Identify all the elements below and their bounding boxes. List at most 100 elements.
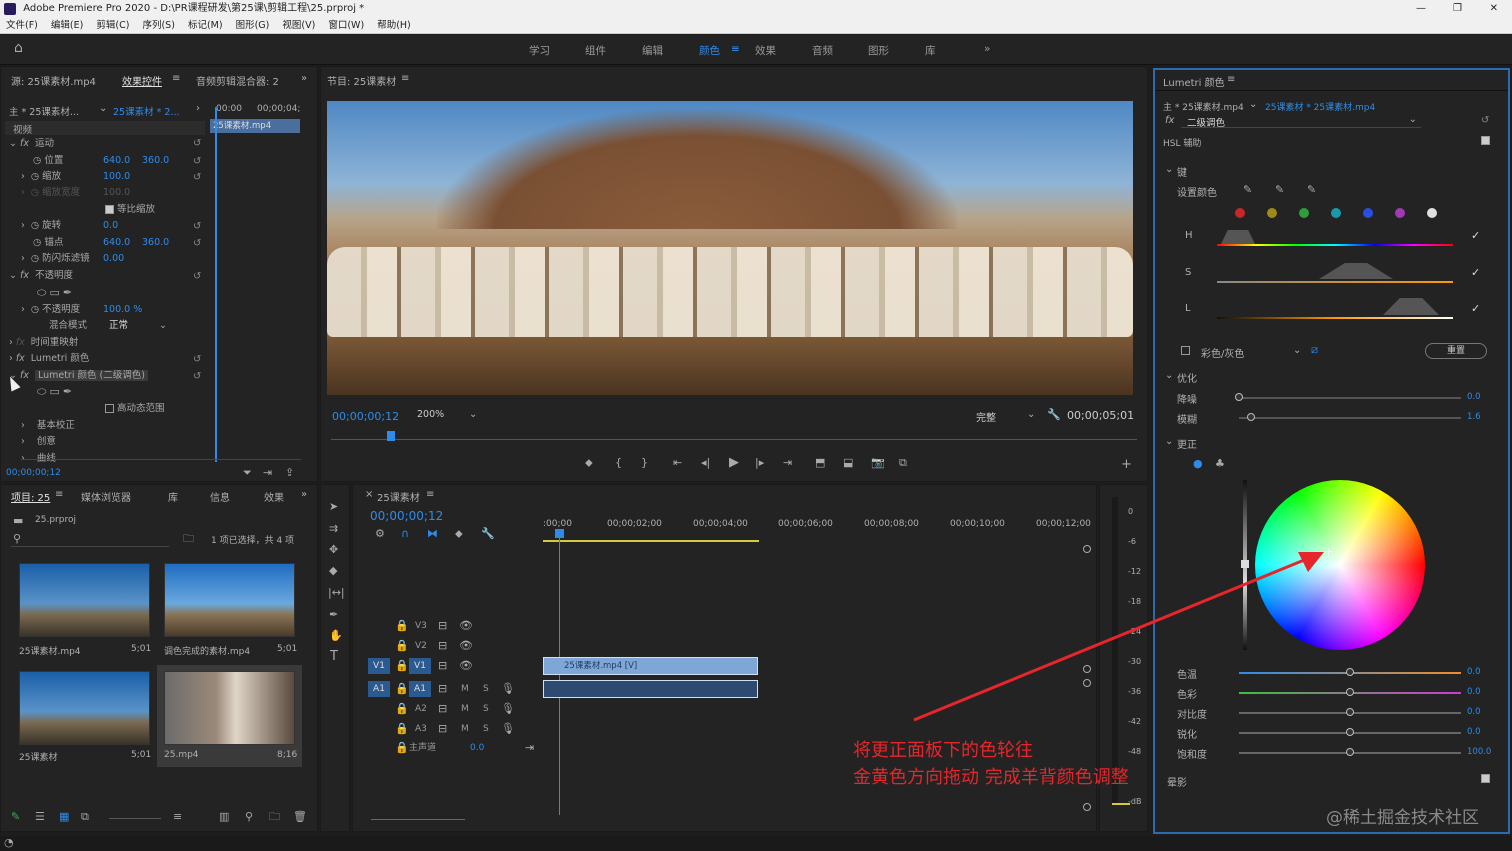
menu-window[interactable]: 窗口(W) — [328, 20, 364, 31]
timeline-menu-icon[interactable]: ≡ — [426, 489, 434, 500]
vignette-label[interactable]: 晕影 — [1167, 774, 1187, 789]
color-swatch[interactable] — [1363, 208, 1373, 218]
lumetri-secondary-row[interactable]: ⌄ fx Lumetri 颜色 (二级调色) — [1, 368, 211, 384]
lumetri-title[interactable]: Lumetri 颜色 — [1163, 74, 1225, 89]
lock-icon[interactable]: 🔒 — [395, 703, 409, 715]
color-swatch[interactable] — [1299, 208, 1309, 218]
timeline-timecode[interactable]: 00;00;00;12 — [370, 509, 443, 523]
nest-icon[interactable]: ⚙ — [375, 528, 385, 540]
workspace-assembly[interactable]: 组件 — [585, 43, 606, 58]
lumetri-preset-select[interactable]: 二级调色 ⌄ — [1181, 114, 1421, 129]
type-tool-icon[interactable]: T — [330, 650, 338, 663]
lumetri-clip[interactable]: 25课素材 * 25课素材.mp4 — [1265, 100, 1375, 113]
sync-lock-icon[interactable]: ⊟ — [438, 683, 447, 695]
blur-knob[interactable] — [1247, 413, 1255, 421]
work-area-bar[interactable] — [543, 540, 759, 542]
correct-collapse-icon[interactable]: ⌄ — [1165, 436, 1173, 447]
lift-icon[interactable]: ⬒ — [815, 457, 825, 469]
workspace-audio[interactable]: 音频 — [812, 43, 833, 58]
opacity-value[interactable]: 100.0 % — [103, 302, 142, 318]
horizontal-zoom-bar[interactable] — [371, 819, 465, 820]
adjustment-value[interactable]: 0.0 — [1467, 707, 1481, 717]
export-icon[interactable]: ⇥ — [263, 467, 272, 479]
add-button-icon[interactable]: + — [1121, 458, 1132, 471]
ellipse-mask-icon-2[interactable]: ⬭ — [37, 385, 46, 398]
lock-icon[interactable]: 🔒 — [395, 660, 409, 672]
color-swatch[interactable] — [1235, 208, 1245, 218]
video-frame[interactable] — [327, 101, 1133, 395]
eyedropper-icon[interactable]: ✎ — [1243, 184, 1252, 196]
sequence-tab[interactable]: 25课素材 — [377, 489, 420, 504]
scale-row[interactable]: › ◷ 缩放 100.0 — [1, 169, 211, 185]
anchor-x[interactable]: 640.0 — [103, 235, 130, 251]
hue-range-handle[interactable] — [1221, 230, 1255, 244]
mute-button[interactable]: M — [461, 700, 469, 718]
denoise-slider[interactable] — [1239, 397, 1461, 399]
color-swatch[interactable] — [1331, 208, 1341, 218]
add-marker-icon[interactable]: ⬥ — [585, 457, 593, 469]
sync-lock-icon[interactable]: ⊟ — [438, 640, 447, 652]
creative-row[interactable]: › 创意 — [1, 434, 211, 450]
step-back-icon[interactable]: ◂| — [701, 457, 710, 469]
reset-rotation-icon[interactable]: ↺ — [193, 222, 203, 232]
saturation-check-icon[interactable]: ✓ — [1471, 267, 1480, 279]
new-folder-icon[interactable]: 🗀 — [269, 811, 280, 823]
uniform-scale-checkbox[interactable] — [105, 205, 114, 214]
program-timecode[interactable]: 00;00;00;12 — [332, 410, 399, 423]
video-clip-v1[interactable]: 25课素材.mp4 [V] — [543, 657, 758, 675]
saturation-slider[interactable] — [1217, 281, 1453, 283]
workspace-libraries[interactable]: 库 — [925, 43, 936, 58]
panel-menu-icon[interactable]: ≡ — [172, 73, 180, 84]
quality-select[interactable]: 完整 — [976, 409, 996, 424]
sync-lock-icon[interactable]: ⊟ — [438, 620, 447, 632]
menu-markers[interactable]: 标记(M) — [188, 20, 223, 31]
hue-slider[interactable] — [1217, 244, 1453, 246]
lock-icon[interactable]: 🔒 — [395, 723, 409, 735]
reset-lumetri-icon[interactable]: ↺ — [193, 355, 203, 365]
adjustment-knob[interactable] — [1346, 688, 1354, 696]
vignette-checkbox[interactable] — [1481, 774, 1490, 783]
source-patch-v1[interactable]: V1 — [368, 658, 390, 674]
restore-icon[interactable]: ❐ — [1453, 0, 1462, 18]
basic-correction-row[interactable]: › 基本校正 — [1, 418, 211, 434]
adjustment-value[interactable]: 0.0 — [1467, 687, 1481, 697]
project-menu-icon[interactable]: ≡ — [55, 489, 63, 500]
clip-label[interactable]: 25课素材 * 2... — [113, 104, 179, 118]
hsl-section-title[interactable]: HSL 辅助 — [1163, 136, 1201, 149]
menu-view[interactable]: 视图(V) — [282, 20, 315, 31]
adjustment-value[interactable]: 100.0 — [1467, 747, 1491, 757]
blend-mode-value[interactable]: 正常 — [109, 318, 128, 334]
tab-effects[interactable]: 效果 — [264, 489, 284, 504]
tab-info[interactable]: 信息 — [210, 489, 230, 504]
thumb-item-2[interactable] — [164, 563, 295, 637]
item-1-name[interactable]: 25课素材.mp4 — [19, 644, 81, 657]
workspace-menu-icon[interactable]: ≡ — [731, 43, 740, 55]
panel-overflow-icon[interactable]: » — [301, 73, 307, 84]
new-bin-icon[interactable]: 🗀 — [183, 533, 194, 545]
clip-dropdown-icon[interactable]: ⌄ — [99, 103, 107, 114]
lumetri-reset-icon[interactable]: ↺ — [1481, 116, 1491, 126]
reset-lumetri2-icon[interactable]: ↺ — [193, 372, 203, 382]
comparison-view-icon[interactable]: ⧉ — [899, 457, 907, 469]
zoom-dropdown-icon[interactable]: ⌄ — [469, 409, 477, 420]
color-swatch[interactable] — [1427, 208, 1437, 218]
lumetri-row[interactable]: › fx Lumetri 颜色 — [1, 351, 211, 367]
adjustment-knob[interactable] — [1346, 728, 1354, 736]
lock-icon[interactable]: 🔒 — [395, 620, 409, 632]
key-collapse-icon[interactable]: ⌄ — [1165, 164, 1173, 175]
timeline-settings-icon[interactable]: 🔧 — [481, 528, 495, 540]
one-wheel-icon[interactable]: ● — [1193, 458, 1203, 470]
sync-lock-icon[interactable]: ⊟ — [438, 703, 447, 715]
rotation-value[interactable]: 0.0 — [103, 218, 118, 234]
adjustment-knob[interactable] — [1346, 668, 1354, 676]
mic-icon[interactable]: 🎙 — [501, 723, 515, 735]
scale-value[interactable]: 100.0 — [103, 169, 130, 185]
eyedropper-subtract-icon[interactable]: ✎ — [1307, 184, 1316, 196]
position-row[interactable]: ◷ 位置 640.0 360.0 — [1, 153, 211, 169]
snap-icon[interactable]: ∩ — [401, 528, 409, 540]
pencil-icon[interactable]: ✎ — [11, 811, 20, 823]
denoise-value[interactable]: 0.0 — [1467, 392, 1481, 402]
audio-clip-a1[interactable] — [543, 680, 758, 698]
lock-icon[interactable]: 🔒 — [395, 742, 409, 754]
mic-icon[interactable]: 🎙 — [501, 703, 515, 715]
